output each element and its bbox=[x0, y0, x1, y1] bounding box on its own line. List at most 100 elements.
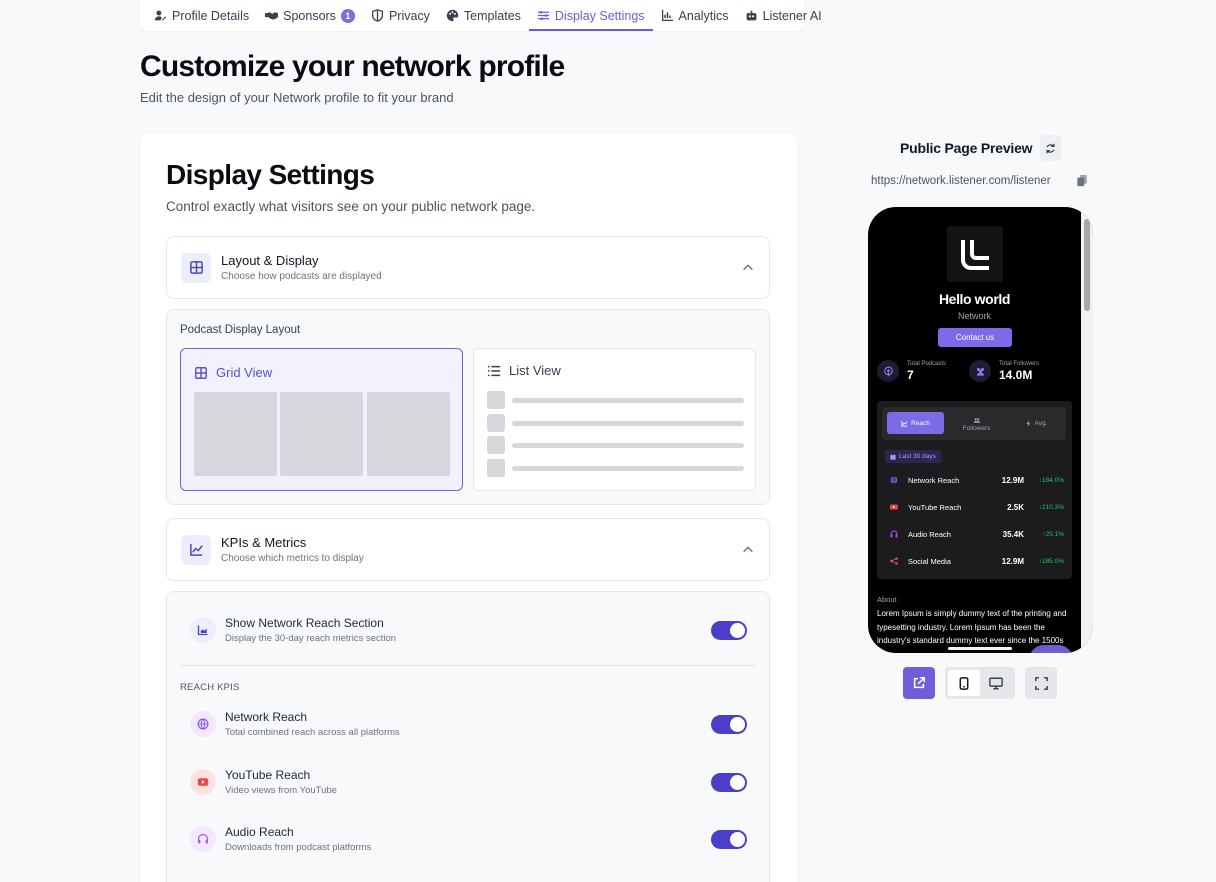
tab-label: Sponsors bbox=[283, 8, 336, 23]
refresh-icon bbox=[1046, 143, 1055, 153]
kpi-title: YouTube Reach bbox=[225, 768, 311, 782]
list-icon bbox=[487, 365, 501, 376]
list-preview-row bbox=[487, 414, 744, 432]
network-name: Hello world bbox=[938, 291, 1011, 307]
network-reach-toggle[interactable] bbox=[711, 714, 747, 734]
tab-sponsors[interactable]: Sponsors 1 bbox=[257, 0, 363, 31]
stat-label: Total Podcasts bbox=[907, 360, 947, 367]
youtube-reach-toggle[interactable] bbox=[711, 772, 747, 792]
list-preview-row bbox=[487, 436, 744, 454]
tab-analytics[interactable]: Analytics bbox=[653, 0, 737, 31]
chevron-up-icon[interactable] bbox=[741, 261, 755, 275]
youtube-icon bbox=[890, 503, 898, 511]
users-icon bbox=[973, 417, 980, 423]
tab-display-settings[interactable]: Display Settings bbox=[528, 0, 653, 31]
tab-profile-details[interactable]: Profile Details bbox=[146, 0, 257, 31]
divider bbox=[180, 665, 756, 666]
refresh-button[interactable] bbox=[1040, 135, 1061, 161]
show-reach-toggle[interactable] bbox=[711, 620, 747, 640]
mobile-view-button[interactable] bbox=[948, 670, 980, 696]
tab-templates[interactable]: Templates bbox=[438, 0, 529, 31]
kpis-metrics-section-header[interactable]: KPIs & Metrics Choose which metrics to d… bbox=[166, 518, 770, 581]
handshake-icon bbox=[265, 12, 279, 20]
grid-preview-cell bbox=[367, 392, 450, 476]
chevron-up-icon[interactable] bbox=[741, 543, 755, 557]
tab-label: Templates bbox=[463, 8, 521, 23]
headphones-icon bbox=[190, 826, 216, 852]
fullscreen-icon bbox=[1034, 676, 1048, 690]
section-subtitle: Choose which metrics to display bbox=[221, 553, 364, 564]
mobile-icon bbox=[959, 676, 969, 690]
list-preview-row bbox=[487, 391, 744, 409]
tab-listener-ai[interactable]: Listener AI bbox=[737, 0, 830, 31]
youtube-reach-row: YouTube Reach Video views from YouTube bbox=[190, 764, 747, 800]
layout-icon bbox=[181, 252, 211, 283]
change-indicator: ↑185.0% bbox=[1038, 557, 1064, 565]
stat-value: 14.0M bbox=[999, 367, 1033, 382]
change-indicator: ↑25.1% bbox=[1042, 530, 1064, 538]
list-view-label: List View bbox=[509, 363, 561, 378]
total-followers-stat: Total Followers 14.0M bbox=[969, 360, 1039, 382]
fullscreen-button[interactable] bbox=[1025, 667, 1057, 699]
grid-icon bbox=[195, 366, 207, 379]
segment-followers[interactable]: Followers bbox=[948, 413, 1005, 435]
display-settings-card: Display Settings Control exactly what vi… bbox=[140, 133, 797, 882]
change-indicator: ↑184.0% bbox=[1038, 476, 1064, 484]
phone-preview: Hello world Network Contact us Total Pod… bbox=[868, 207, 1093, 653]
metrics-segmented-control: Reach Followers Avg. bbox=[882, 407, 1066, 440]
copy-icon[interactable] bbox=[1077, 175, 1088, 187]
desktop-icon bbox=[989, 677, 1003, 689]
kpi-title: Network Reach bbox=[225, 710, 308, 724]
phone-scrollbar[interactable] bbox=[1081, 207, 1093, 653]
audio-reach-metric: Audio Reach 35.4K ↑25.1% bbox=[890, 527, 1064, 541]
segment-reach[interactable]: Reach bbox=[887, 412, 944, 434]
grid-view-option[interactable]: Grid View bbox=[180, 348, 463, 491]
change-indicator: ↑210.3% bbox=[1038, 503, 1064, 511]
podcast-display-layout-label: Podcast Display Layout bbox=[180, 324, 301, 336]
kpi-title: Audio Reach bbox=[225, 825, 294, 839]
podcast-icon bbox=[877, 360, 899, 382]
kpi-subtitle: Total combined reach across all platform… bbox=[225, 727, 400, 738]
stat-value: 7 bbox=[907, 367, 914, 382]
grid-preview-cell bbox=[194, 392, 277, 476]
user-edit-icon bbox=[154, 10, 167, 21]
display-settings-title: Display Settings bbox=[166, 159, 375, 190]
network-logo bbox=[947, 226, 1003, 282]
kpis-panel: Show Network Reach Section Display the 3… bbox=[166, 591, 770, 882]
contact-us-button[interactable]: Contact us bbox=[938, 328, 1012, 347]
youtube-icon bbox=[190, 769, 216, 795]
page-subtitle: Edit the design of your Network profile … bbox=[140, 90, 454, 105]
robot-icon bbox=[746, 10, 756, 21]
desktop-view-button[interactable] bbox=[980, 670, 1012, 696]
segment-avg[interactable]: Avg. bbox=[1009, 412, 1063, 434]
list-view-option[interactable]: List View bbox=[473, 348, 756, 491]
layout-display-section-header[interactable]: Layout & Display Choose how podcasts are… bbox=[166, 236, 770, 299]
audio-reach-toggle[interactable] bbox=[711, 829, 747, 849]
share-icon bbox=[890, 557, 898, 565]
kpi-title: Show Network Reach Section bbox=[225, 616, 384, 630]
about-text: Lorem Ipsum is simply dummy text of the … bbox=[877, 609, 1067, 645]
date-range-badge[interactable]: Last 30 days bbox=[885, 450, 941, 463]
reach-kpis-label: REACH KPIS bbox=[180, 682, 240, 693]
social-media-metric: Social Media 12.9M ↑185.0% bbox=[890, 554, 1064, 568]
sliders-icon bbox=[537, 10, 550, 21]
sponsors-count-badge: 1 bbox=[340, 8, 355, 23]
device-toggle bbox=[945, 667, 1015, 699]
section-title: Layout & Display bbox=[221, 253, 319, 268]
display-settings-subtitle: Control exactly what visitors see on you… bbox=[166, 199, 536, 214]
open-external-button[interactable] bbox=[903, 667, 935, 699]
layout-panel: Podcast Display Layout Grid View List Vi… bbox=[166, 309, 770, 505]
tab-bar: Profile Details Sponsors 1 Privacy Templ… bbox=[140, 0, 822, 31]
external-link-icon bbox=[913, 676, 926, 689]
audio-reach-row: Audio Reach Downloads from podcast platf… bbox=[190, 821, 747, 857]
users-icon bbox=[969, 360, 991, 382]
show-reach-row: Show Network Reach Section Display the 3… bbox=[190, 612, 747, 648]
palette-icon bbox=[446, 9, 459, 22]
bolt-icon bbox=[1025, 419, 1030, 427]
network-type: Network bbox=[957, 311, 991, 321]
tab-privacy[interactable]: Privacy bbox=[363, 0, 438, 31]
preview-url: https://network.listener.com/listener bbox=[871, 175, 1051, 187]
section-subtitle: Choose how podcasts are displayed bbox=[221, 271, 382, 282]
globe-icon bbox=[190, 711, 216, 737]
reach-chart-icon bbox=[190, 617, 216, 643]
